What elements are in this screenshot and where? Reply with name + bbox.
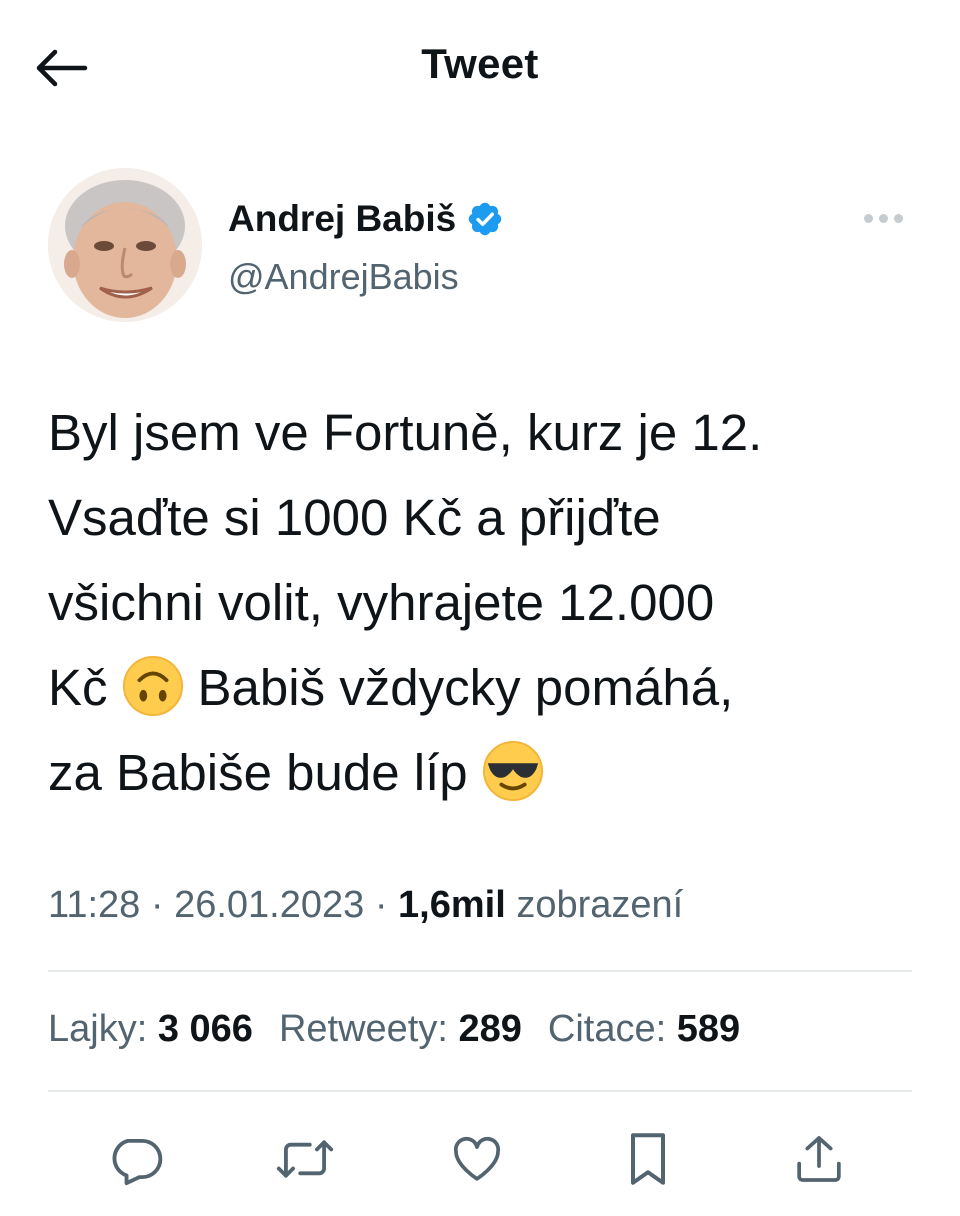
likes-label: Lajky: [48, 1008, 148, 1050]
views-label: zobrazení [516, 884, 684, 926]
more-dot-icon [863, 213, 873, 223]
meta-separator: · [374, 884, 388, 926]
author-name[interactable]: Andrej Babiš [228, 198, 504, 240]
tweet-date: 26.01.2023 [174, 884, 365, 926]
quotes-stat[interactable]: Citace: 589 [548, 1008, 740, 1051]
quotes-count: 589 [676, 1008, 741, 1050]
retweets-count: 289 [458, 1008, 522, 1050]
views-count[interactable]: 1,6mil [398, 884, 506, 926]
tweet-line-text: za Babiše bude líp [48, 744, 468, 801]
quotes-label: Citace: [547, 1008, 667, 1050]
share-button[interactable] [784, 1124, 854, 1194]
top-bar: Tweet [0, 0, 960, 136]
divider [48, 1090, 912, 1092]
heart-icon [453, 1136, 501, 1181]
tweet-line: Vsaďte si 1000 Kč a přijďte [48, 489, 661, 546]
tweet-time: 11:28 [48, 884, 141, 926]
author-name-text: Andrej Babiš [228, 198, 457, 239]
like-button[interactable] [442, 1124, 512, 1194]
tweet-stats: Lajky: 3 066 Retweety: 289 Citace: 589 [48, 1008, 740, 1051]
avatar[interactable] [48, 168, 202, 322]
tweet-line-text: Babiš vždycky pomáhá, [197, 659, 734, 716]
reply-icon [112, 1138, 163, 1186]
divider [48, 970, 912, 972]
retweets-stat[interactable]: Retweety: 289 [279, 1008, 522, 1051]
share-icon [797, 1136, 841, 1182]
tweet-line: Byl jsem ve Fortuně, kurz je 12. [48, 404, 763, 461]
avatar-portrait [48, 168, 202, 322]
more-options-button[interactable] [858, 206, 908, 230]
tweet-line-text: Kč [48, 659, 108, 716]
tweet-meta: 11:28 · 26.01.2023 · 1,6mil zobrazení [48, 884, 683, 927]
retweet-icon [276, 1140, 334, 1178]
bookmark-icon [631, 1133, 665, 1185]
action-bar [48, 1124, 912, 1194]
tweet-line: za Babiše bude líp [48, 730, 918, 815]
more-dot-icon [878, 213, 888, 223]
upside-down-face-emoji [122, 655, 183, 717]
reply-button[interactable] [100, 1124, 170, 1194]
likes-stat[interactable]: Lajky: 3 066 [48, 1008, 253, 1051]
tweet-author: Andrej Babiš @AndrejBabis [48, 168, 912, 328]
page-title: Tweet [421, 40, 539, 87]
tweet-text: Byl jsem ve Fortuně, kurz je 12. Vsaďte … [48, 390, 918, 815]
retweets-label: Retweety: [278, 1008, 448, 1050]
likes-count: 3 066 [157, 1008, 253, 1050]
author-handle[interactable]: @AndrejBabis [228, 256, 459, 298]
sunglasses-face-emoji [482, 740, 543, 802]
bookmark-button[interactable] [613, 1124, 683, 1194]
tweet-line: všichni volit, vyhrajete 12.000 [48, 574, 715, 631]
more-dot-icon [893, 213, 903, 223]
verified-badge-icon [468, 202, 502, 236]
retweet-button[interactable] [270, 1124, 340, 1194]
meta-separator: · [150, 884, 164, 926]
tweet-line: Kč Babiš vždycky pomáhá, [48, 645, 918, 730]
